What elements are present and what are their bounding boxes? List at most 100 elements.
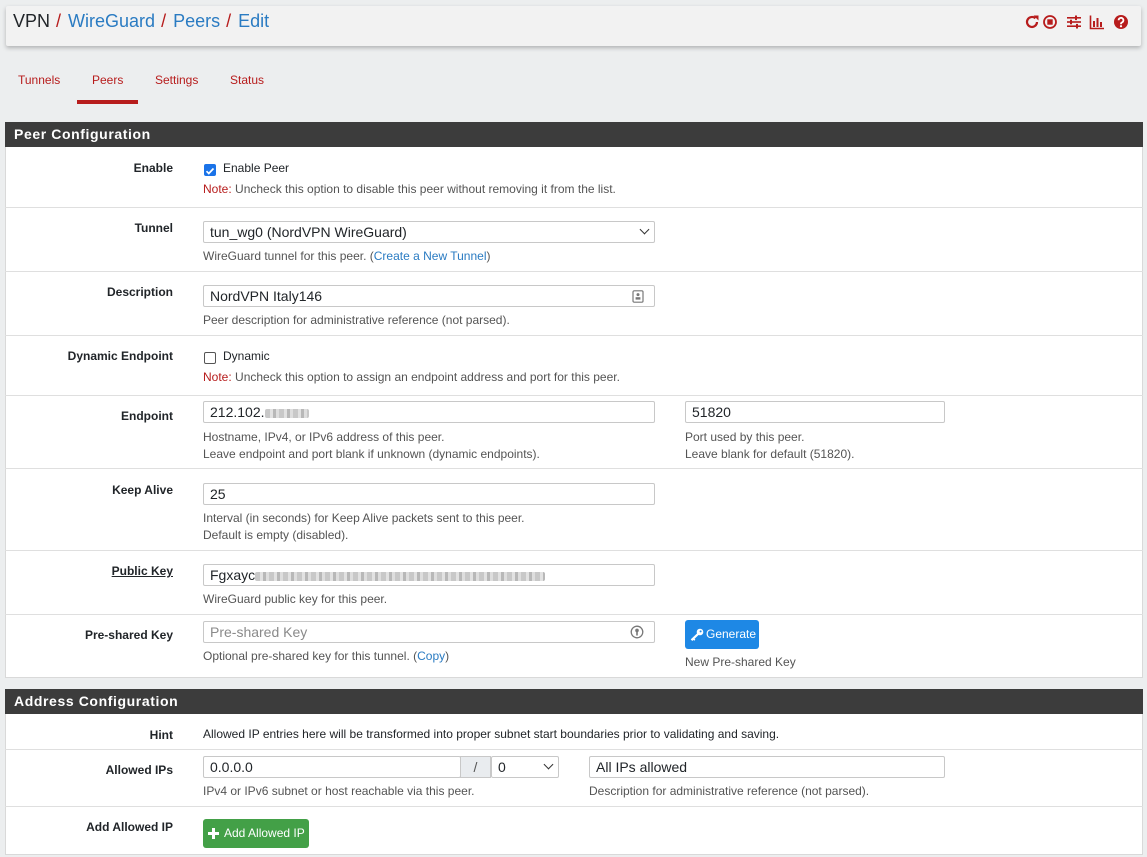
hint-text: Allowed IP entries here will be transfor… <box>203 727 780 741</box>
add-allowed-ip-button-label: Add Allowed IP <box>224 826 305 840</box>
contact-card-icon <box>632 290 644 303</box>
tab-tunnels[interactable]: Tunnels <box>18 73 60 87</box>
dynamic-endpoint-checkbox[interactable] <box>204 352 216 364</box>
cidr-separator: / <box>460 756 491 778</box>
public-key-input[interactable]: Fgxayc <box>203 564 655 586</box>
breadcrumb-separator: / <box>56 11 62 31</box>
psk-help: Optional pre-shared key for this tunnel.… <box>203 648 449 665</box>
allowed-ip-description-input[interactable]: All IPs allowed <box>589 756 945 778</box>
endpoint-input[interactable]: 212.102. <box>203 401 655 423</box>
tab-settings[interactable]: Settings <box>155 73 198 87</box>
chart-icon[interactable] <box>1089 14 1105 30</box>
tunnel-help-text: WireGuard tunnel for this peer. ( <box>203 249 374 263</box>
hint-label: Hint <box>149 728 173 742</box>
endpoint-help-1: Hostname, IPv4, or IPv6 address of this … <box>203 430 445 444</box>
breadcrumb-separator: / <box>226 11 232 31</box>
enable-peer-label: Enable Peer <box>223 161 290 175</box>
header-icon-bar <box>1024 14 1134 30</box>
row-divider <box>5 550 1143 551</box>
row-divider <box>5 207 1143 208</box>
generate-help: New Pre-shared Key <box>685 655 796 669</box>
generate-label: Generate <box>706 627 757 641</box>
stop-icon[interactable] <box>1042 14 1058 30</box>
help-icon[interactable] <box>1113 14 1129 30</box>
breadcrumb-root: VPN <box>13 11 51 31</box>
allowed-ip-description-value: All IPs allowed <box>596 759 688 775</box>
endpoint-port-input[interactable]: 51820 <box>685 401 945 423</box>
public-key-label[interactable]: Public Key <box>112 564 173 578</box>
key-badge-icon <box>630 625 644 639</box>
port-help-2: Leave blank for default (51820). <box>685 447 855 461</box>
chevron-down-icon <box>639 224 650 235</box>
tunnel-select[interactable]: tun_wg0 (NordVPN WireGuard) <box>203 221 655 243</box>
allowed-ip-input[interactable]: 0.0.0.0 <box>203 756 461 778</box>
breadcrumb-separator: / <box>161 11 167 31</box>
public-key-help: WireGuard public key for this peer. <box>203 592 388 606</box>
add-allowed-ip-button[interactable]: Add Allowed IP <box>203 819 309 848</box>
breadcrumb-wireguard[interactable]: WireGuard <box>68 11 155 31</box>
keep-alive-value: 25 <box>210 486 226 502</box>
plus-icon <box>208 828 219 839</box>
tab-peers[interactable]: Peers <box>92 73 123 87</box>
peer-configuration-panel <box>5 122 1143 678</box>
chevron-down-icon <box>543 759 554 770</box>
note-text: Uncheck this option to assign an endpoin… <box>231 370 620 384</box>
description-value: NordVPN Italy146 <box>210 288 323 304</box>
psk-input[interactable]: Pre-shared Key <box>203 621 655 643</box>
cidr-mask-select[interactable]: 0 <box>491 756 559 778</box>
tab-status[interactable]: Status <box>230 73 264 87</box>
active-tab-indicator <box>77 100 138 104</box>
copy-psk-link[interactable]: Copy <box>417 649 445 663</box>
cidr-mask-value: 0 <box>498 759 506 775</box>
description-label: Description <box>106 285 173 299</box>
endpoint-port-value: 51820 <box>692 404 731 420</box>
port-help-1: Port used by this peer. <box>685 430 805 444</box>
description-input[interactable]: NordVPN Italy146 <box>203 285 655 307</box>
key-icon <box>690 628 704 641</box>
psk-label: Pre-shared Key <box>84 628 173 642</box>
keep-alive-input[interactable]: 25 <box>203 483 655 505</box>
reload-icon[interactable] <box>1024 14 1040 30</box>
breadcrumb-current: Edit <box>238 11 270 31</box>
psk-placeholder: Pre-shared Key <box>210 624 308 640</box>
dynamic-label: Dynamic <box>223 349 270 363</box>
keep-alive-label: Keep Alive <box>112 483 173 497</box>
public-key-value: Fgxayc <box>210 567 256 583</box>
sliders-icon[interactable] <box>1066 14 1082 30</box>
dynamic-endpoint-note: Note: Uncheck this option to assign an e… <box>203 369 620 386</box>
redacted-text <box>264 408 309 418</box>
redacted-text <box>255 571 546 581</box>
note-prefix: Note: <box>203 370 232 384</box>
row-divider <box>5 395 1143 396</box>
psk-help-text: Optional pre-shared key for this tunnel.… <box>203 649 418 663</box>
tunnel-help-suffix: ) <box>486 249 491 263</box>
breadcrumb-peers[interactable]: Peers <box>173 11 220 31</box>
generate-psk-button[interactable]: Generate <box>685 620 759 649</box>
tunnel-help: WireGuard tunnel for this peer. (Create … <box>203 248 490 265</box>
dynamic-endpoint-label: Dynamic Endpoint <box>67 349 173 363</box>
row-divider <box>5 806 1143 807</box>
keep-alive-help-1: Interval (in seconds) for Keep Alive pac… <box>203 511 525 525</box>
keep-alive-help-2: Default is empty (disabled). <box>203 528 349 542</box>
tunnel-selected-value: tun_wg0 (NordVPN WireGuard) <box>210 224 407 240</box>
endpoint-value: 212.102. <box>210 404 265 420</box>
row-divider <box>5 335 1143 336</box>
breadcrumb: VPN / WireGuard / Peers / Edit <box>13 11 269 32</box>
allowed-ips-label: Allowed IPs <box>105 763 173 777</box>
enable-peer-checkbox[interactable] <box>204 164 216 176</box>
create-new-tunnel-link[interactable]: Create a New Tunnel <box>374 249 487 263</box>
check-icon <box>205 167 215 175</box>
note-prefix: Note: <box>203 182 232 196</box>
address-configuration-title: Address Configuration <box>5 689 1143 714</box>
endpoint-help-2: Leave endpoint and port blank if unknown… <box>203 447 540 461</box>
row-divider <box>5 614 1143 615</box>
add-allowed-ip-label: Add Allowed IP <box>86 820 173 834</box>
note-text: Uncheck this option to disable this peer… <box>231 182 616 196</box>
enable-label: Enable <box>133 161 173 175</box>
allowed-ip-value: 0.0.0.0 <box>210 759 253 775</box>
allowed-ip-help: IPv4 or IPv6 subnet or host reachable vi… <box>203 784 475 798</box>
psk-help-suffix: ) <box>445 649 450 663</box>
endpoint-label: Endpoint <box>121 409 173 423</box>
enable-note: Note: Uncheck this option to disable thi… <box>203 181 616 198</box>
description-help: Peer description for administrative refe… <box>203 313 510 327</box>
